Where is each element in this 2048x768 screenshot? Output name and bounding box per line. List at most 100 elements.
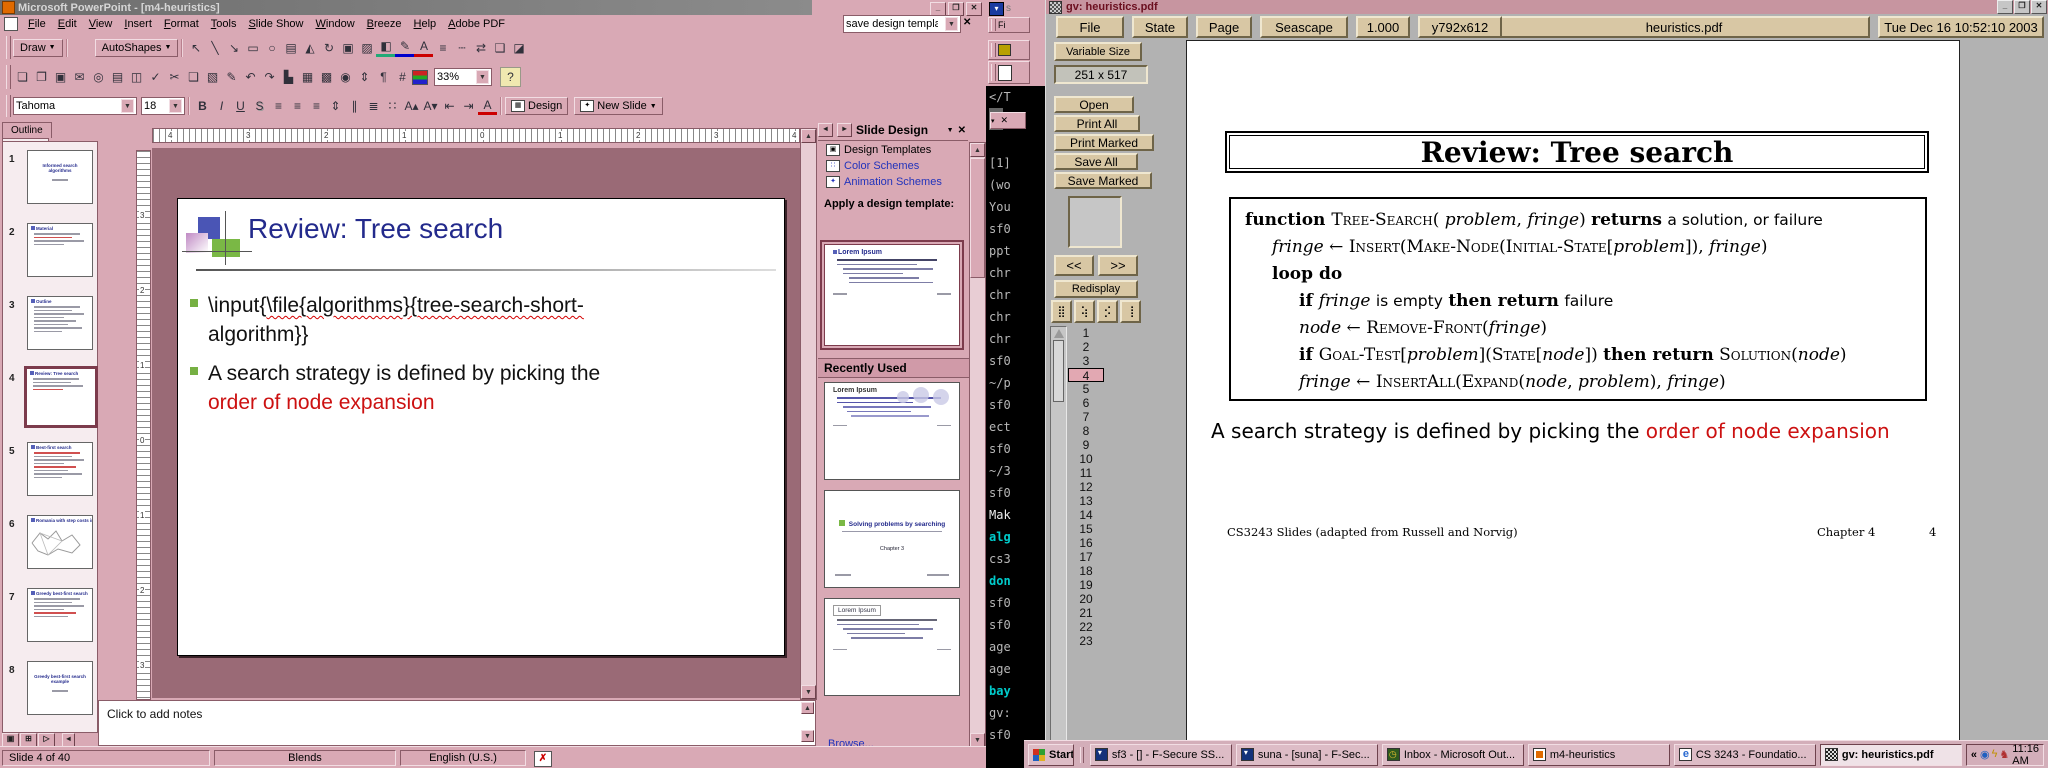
align-left-icon[interactable]: ≡ [269, 97, 288, 115]
slide-thumbnail-6[interactable]: Romania with step costs in km [27, 515, 93, 569]
font-name-combobox[interactable]: Tahoma▼ [13, 97, 137, 115]
gv-page-number-5[interactable]: 5 [1068, 382, 1104, 396]
slide[interactable]: Review: Tree search \input{\file{algorit… [177, 198, 785, 656]
gv-1000-button[interactable]: 1.000 [1356, 16, 1410, 38]
slide-thumbnail-2[interactable]: Material [27, 223, 93, 277]
menu-edit[interactable]: Edit [52, 16, 83, 32]
menu-file[interactable]: File [22, 16, 52, 32]
help-icon[interactable]: ? [500, 67, 521, 87]
gv-variable-size-button[interactable]: Variable Size [1054, 42, 1142, 61]
gv-print-all-button[interactable]: Print All [1054, 115, 1140, 132]
line-spacing-icon[interactable]: ⇕ [326, 97, 345, 115]
insert-chart-icon[interactable]: ▙ [279, 68, 298, 86]
scroll-up-icon[interactable]: ▲ [801, 129, 816, 143]
gv-page-number-21[interactable]: 21 [1068, 606, 1104, 620]
slide-thumbnail-7[interactable]: Greedy best-first search [27, 588, 93, 642]
design-template-preview[interactable]: Lorem Ipsum [824, 382, 960, 480]
design-template-preview[interactable]: Lorem Ipsum [824, 598, 960, 696]
font-color-icon[interactable]: A [414, 39, 433, 57]
slide-thumbnail-8[interactable]: Greedy best-first search example [27, 661, 93, 715]
close-button[interactable]: ✕ [966, 2, 982, 16]
print-icon[interactable]: ▤ [108, 68, 127, 86]
underline-icon[interactable]: U [231, 97, 250, 115]
scrollbar-thumb[interactable] [1053, 340, 1064, 402]
expand-all-icon[interactable]: ⇕ [355, 68, 374, 86]
gv-page-number-7[interactable]: 7 [1068, 410, 1104, 424]
gv-page-number-8[interactable]: 8 [1068, 424, 1104, 438]
align-center-icon[interactable]: ≡ [288, 97, 307, 115]
combo-dropdown-icon[interactable]: ▼ [945, 17, 958, 31]
mail-recipient-icon[interactable]: ✉ [70, 68, 89, 86]
task-pane-forward-icon[interactable]: ▸ [837, 123, 852, 137]
unmark-all-pages-button[interactable]: ⢸ [1120, 300, 1141, 323]
dash-style-icon[interactable]: ┄ [452, 39, 471, 57]
gv-print-marked-button[interactable]: Print Marked [1054, 134, 1154, 151]
gv-prev-page-button[interactable]: << [1054, 255, 1094, 276]
xterm-terminal[interactable]: </T :-[1](woYousf0pptchrchrchrchrsf0~/ps… [986, 86, 1046, 768]
text-box-icon[interactable]: ▤ [281, 39, 300, 57]
search-icon[interactable]: ◎ [89, 68, 108, 86]
gv-minimize-button[interactable]: _ [1997, 0, 2013, 14]
taskbar-button-gv-heuristics-pdf[interactable]: gv: heuristics.pdf [1820, 744, 1962, 766]
gv-titlebar[interactable]: gv: heuristics.pdf _ ❐ ✕ [1046, 0, 2048, 14]
select-objects-icon[interactable]: ↖ [186, 39, 205, 57]
menu-slide-show[interactable]: Slide Show [242, 16, 309, 32]
gv-page-number-10[interactable]: 10 [1068, 452, 1104, 466]
start-button[interactable]: Start [1028, 744, 1074, 766]
task-pane-menu-icon[interactable]: ▼ [947, 127, 954, 134]
gv-next-page-button[interactable]: >> [1098, 255, 1138, 276]
gv-close-button[interactable]: ✕ [2031, 0, 2047, 14]
insert-picture-icon[interactable]: ▨ [357, 39, 376, 57]
menu-insert[interactable]: Insert [118, 16, 158, 32]
wordart-icon[interactable]: ◭ [300, 39, 319, 57]
zoom-combobox[interactable]: 33%▼ [434, 68, 492, 86]
taskbar-button-suna-suna-f-sec-[interactable]: suna - [suna] - F-Sec... [1236, 744, 1378, 766]
cut-icon[interactable]: ✂ [165, 68, 184, 86]
autoshapes-menu-button[interactable]: AutoShapes▼ [95, 39, 179, 57]
gv-page-number-11[interactable]: 11 [1068, 466, 1104, 480]
gv-save-all-button[interactable]: Save All [1054, 153, 1138, 170]
menu-window[interactable]: Window [310, 16, 361, 32]
decrease-indent-icon[interactable]: ⇤ [440, 97, 459, 115]
line-style-icon[interactable]: ≡ [433, 39, 452, 57]
find-template-combobox[interactable]: ▼ [843, 15, 961, 33]
slide-design-button[interactable]: ▦Design [505, 97, 568, 115]
slide-thumbnail-3[interactable]: Outline [27, 296, 93, 350]
line-icon[interactable]: ╲ [205, 39, 224, 57]
gv-redisplay-button[interactable]: Redisplay [1054, 280, 1138, 298]
shadow-style-icon[interactable]: ❑ [490, 39, 509, 57]
notes-scrollbar[interactable]: ▲ ▼ [801, 702, 814, 742]
design-template-preview[interactable]: Solving problems by searching Chapter 3 [824, 490, 960, 588]
arrow-style-icon[interactable]: ⇄ [471, 39, 490, 57]
gv-file-button[interactable]: File [1056, 16, 1124, 38]
diagram-icon[interactable]: ↻ [319, 39, 338, 57]
gv-page-number-22[interactable]: 22 [1068, 620, 1104, 634]
bullet-text[interactable]: A search strategy is defined by picking … [208, 359, 600, 417]
minimize-button[interactable]: _ [930, 2, 946, 16]
messenger-tray-icon[interactable]: ◉ [1980, 748, 1990, 761]
restore-button[interactable]: ❐ [948, 2, 964, 16]
scroll-down-icon[interactable]: ▼ [801, 685, 816, 699]
menu-view[interactable]: View [83, 16, 119, 32]
increase-indent-icon[interactable]: ⇥ [459, 97, 478, 115]
menu-tools[interactable]: Tools [205, 16, 243, 32]
gv-page-number-14[interactable]: 14 [1068, 508, 1104, 522]
gv-page-number-15[interactable]: 15 [1068, 522, 1104, 536]
save-icon[interactable]: ▣ [51, 68, 70, 86]
gv-page-number-19[interactable]: 19 [1068, 578, 1104, 592]
gv-page-button[interactable]: Page [1196, 16, 1252, 38]
bullets-icon[interactable]: ∷ [383, 97, 402, 115]
menu-format[interactable]: Format [158, 16, 205, 32]
gv-page-number-3[interactable]: 3 [1068, 354, 1104, 368]
menu-breeze[interactable]: Breeze [361, 16, 408, 32]
gv-page-number-16[interactable]: 16 [1068, 536, 1104, 550]
redo-icon[interactable]: ↷ [260, 68, 279, 86]
scroll-up-icon[interactable]: ▲ [970, 143, 985, 157]
fill-color-icon[interactable]: ◧ [376, 39, 395, 57]
gv-page-number-9[interactable]: 9 [1068, 438, 1104, 452]
editor-scrollbar[interactable]: ▲ ▼ [800, 128, 817, 700]
gv-page-number-20[interactable]: 20 [1068, 592, 1104, 606]
task-pane-scrollbar[interactable]: ▲ ▼ [969, 142, 986, 748]
gv-page-number-2[interactable]: 2 [1068, 340, 1104, 354]
gv-page-number-13[interactable]: 13 [1068, 494, 1104, 508]
